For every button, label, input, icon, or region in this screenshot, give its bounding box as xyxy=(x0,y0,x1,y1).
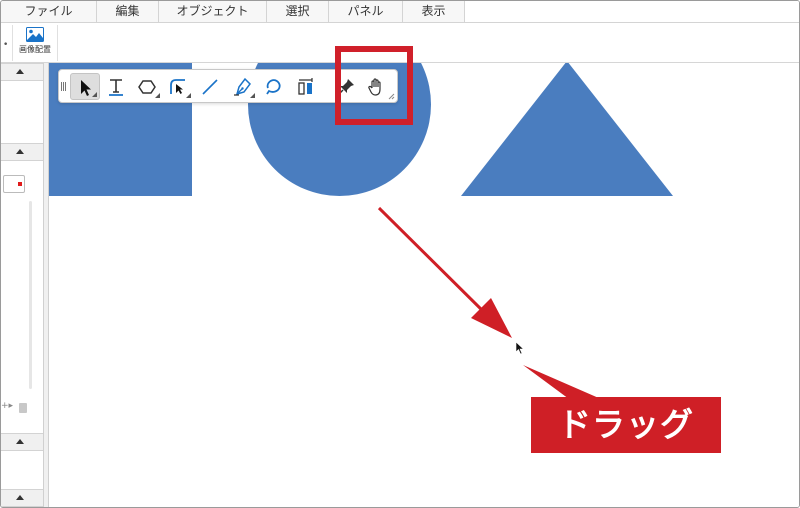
trash-icon[interactable] xyxy=(19,403,27,413)
lasso-tool-button[interactable] xyxy=(259,73,289,100)
line-tool-button[interactable] xyxy=(195,73,225,100)
hexagon-icon xyxy=(138,80,156,94)
menu-edit[interactable]: 編集 xyxy=(97,1,159,23)
red-indicator-icon xyxy=(18,182,22,186)
mouse-cursor-icon xyxy=(515,341,525,355)
panel-collapse-header[interactable] xyxy=(1,63,43,81)
menu-bar-filler xyxy=(465,1,799,22)
select-tool-button[interactable] xyxy=(70,73,100,100)
corner-arrow-icon xyxy=(170,79,185,94)
lasso-icon xyxy=(266,79,281,95)
place-image-label: 画像配置 xyxy=(19,45,51,54)
collapse-arrow-icon xyxy=(16,495,24,500)
app-window: ファイル 編集 オブジェクト 選択 パネル 表示 • 画像配置 +▸ ドラッグ xyxy=(0,0,800,508)
panel-body xyxy=(1,451,43,489)
menu-select[interactable]: 選択 xyxy=(267,1,329,23)
menu-bar: ファイル 編集 オブジェクト 選択 パネル 表示 xyxy=(1,1,799,23)
menu-object[interactable]: オブジェクト xyxy=(159,1,267,23)
color-swatch[interactable] xyxy=(3,175,25,193)
pen-tool-button[interactable] xyxy=(227,73,257,100)
pen-nib-icon xyxy=(234,77,251,96)
collapse-arrow-icon xyxy=(16,149,24,154)
panel-collapse-header[interactable] xyxy=(1,489,43,507)
collapse-arrow-icon xyxy=(16,439,24,444)
corner-tool-button[interactable] xyxy=(163,73,193,100)
ribbon-divider xyxy=(12,25,13,61)
add-layer-icon[interactable]: +▸ xyxy=(1,401,13,411)
text-icon xyxy=(109,79,123,96)
shape-tool-button[interactable] xyxy=(132,73,162,100)
left-panel xyxy=(1,63,43,507)
submenu-indicator-icon xyxy=(186,93,191,98)
ribbon-divider xyxy=(57,25,58,61)
menu-file[interactable]: ファイル xyxy=(1,1,97,23)
palette-grip-icon[interactable] xyxy=(61,82,66,91)
image-icon xyxy=(26,27,44,42)
submenu-indicator-icon xyxy=(250,93,255,98)
collapse-arrow-icon xyxy=(16,69,24,74)
place-image-button[interactable]: 画像配置 xyxy=(14,25,56,61)
panel-body xyxy=(1,81,43,143)
submenu-indicator-icon xyxy=(92,92,97,97)
transform-tool-button[interactable] xyxy=(291,73,321,100)
panel-collapse-header[interactable] xyxy=(1,433,43,451)
panel-collapse-header[interactable] xyxy=(1,143,43,161)
highlight-box xyxy=(335,46,413,125)
panel-scrollbar[interactable] xyxy=(29,201,32,389)
bar-transform-icon xyxy=(298,78,313,95)
drag-callout-label: ドラッグ xyxy=(531,397,721,453)
line-icon xyxy=(202,79,218,95)
menu-view[interactable]: 表示 xyxy=(403,1,465,23)
submenu-indicator-icon xyxy=(155,93,160,98)
panel-body xyxy=(1,161,43,433)
triangle-shape[interactable] xyxy=(461,63,673,196)
ribbon-more-icon[interactable]: • xyxy=(3,40,8,50)
text-tool-button[interactable] xyxy=(101,73,131,100)
menu-panel[interactable]: パネル xyxy=(329,1,403,23)
